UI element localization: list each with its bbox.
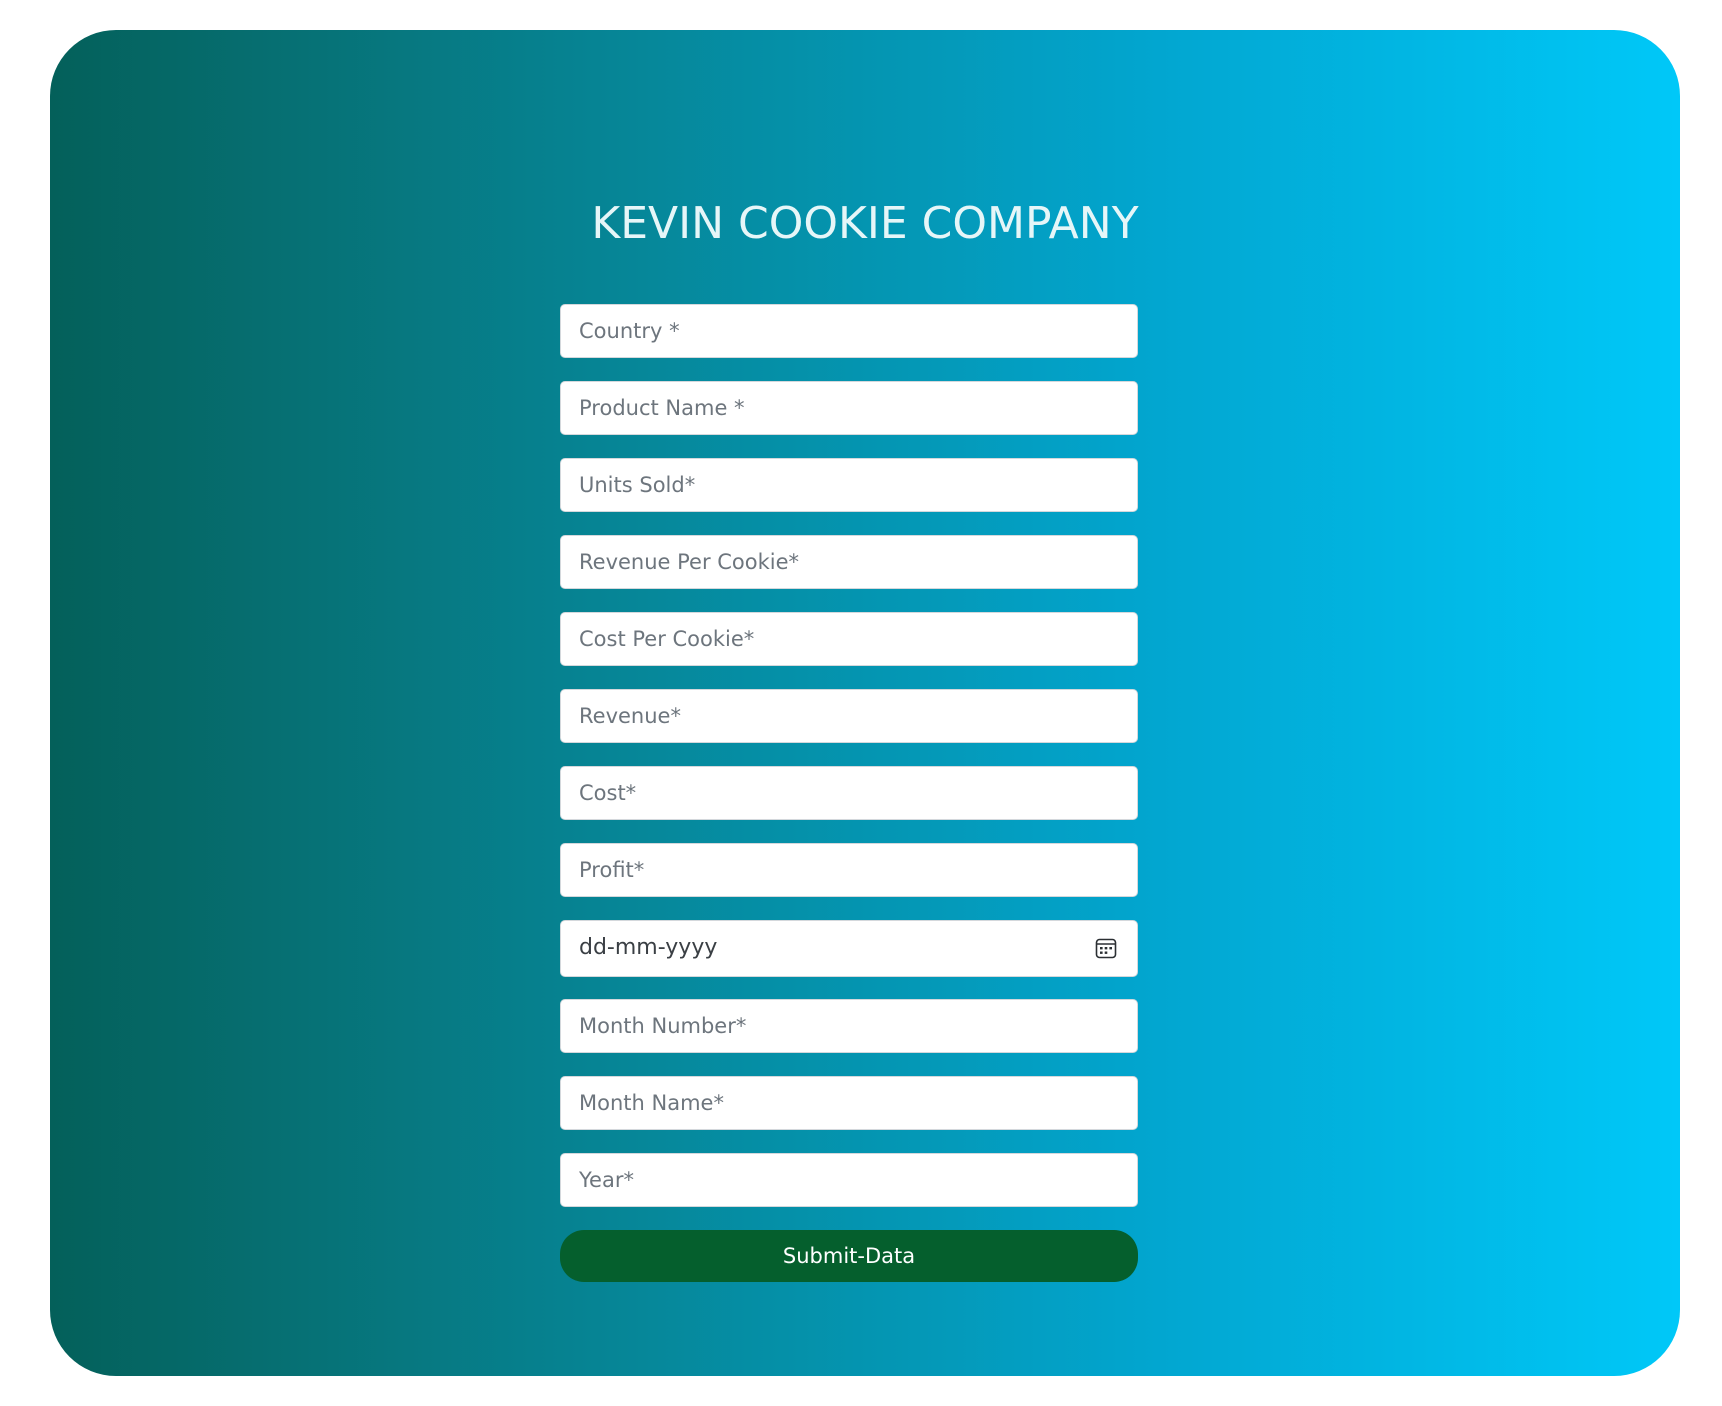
cost-per-cookie-input[interactable] bbox=[560, 612, 1138, 666]
submit-data-button[interactable]: Submit-Data bbox=[560, 1230, 1138, 1282]
revenue-input[interactable] bbox=[560, 689, 1138, 743]
page-title: KEVIN COOKIE COMPANY bbox=[591, 198, 1139, 249]
month-name-input[interactable] bbox=[560, 1076, 1138, 1130]
units-sold-input[interactable] bbox=[560, 458, 1138, 512]
profit-input[interactable] bbox=[560, 843, 1138, 897]
date-input[interactable]: dd-mm-yyyy bbox=[560, 920, 1138, 977]
form-card: KEVIN COOKIE COMPANY dd-mm-yyyy Submit-D… bbox=[50, 30, 1680, 1376]
cost-input[interactable] bbox=[560, 766, 1138, 820]
month-number-input[interactable] bbox=[560, 999, 1138, 1053]
date-placeholder: dd-mm-yyyy bbox=[579, 935, 718, 960]
revenue-per-cookie-input[interactable] bbox=[560, 535, 1138, 589]
country-input[interactable] bbox=[560, 304, 1138, 358]
product-name-input[interactable] bbox=[560, 381, 1138, 435]
year-input[interactable] bbox=[560, 1153, 1138, 1207]
calendar-icon[interactable] bbox=[1095, 937, 1117, 959]
cookie-data-form: dd-mm-yyyy Submit-Data bbox=[560, 304, 1138, 1282]
